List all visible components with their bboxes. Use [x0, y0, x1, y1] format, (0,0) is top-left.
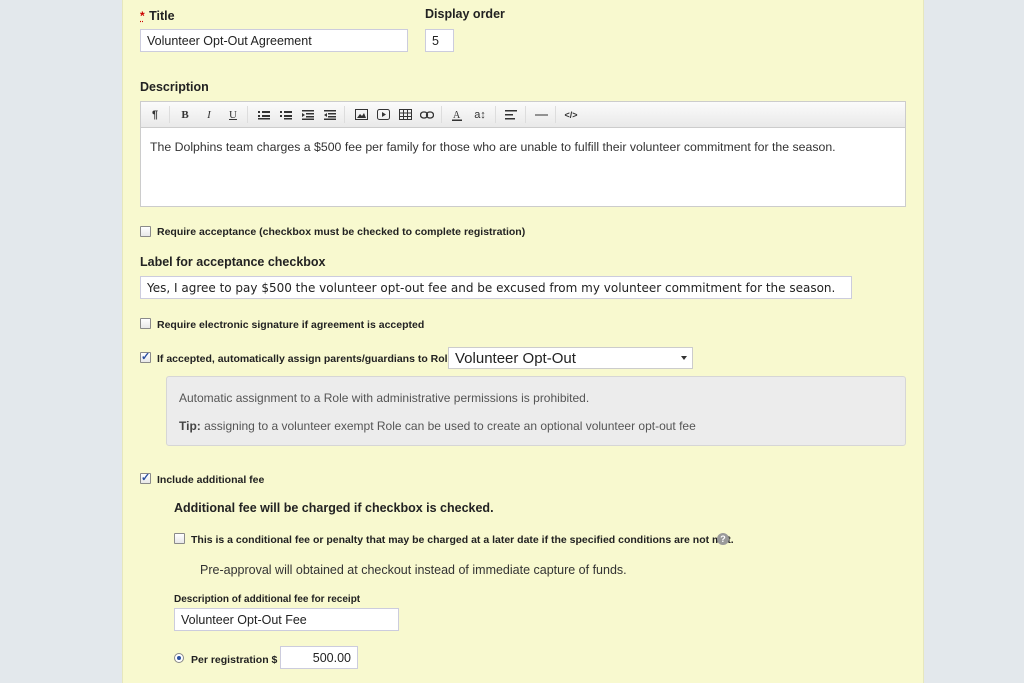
require-signature-label: Require electronic signature if agreemen…	[157, 319, 425, 331]
link-icon[interactable]	[417, 102, 437, 127]
per-registration-label: Per registration $	[191, 654, 278, 666]
required-mark: *	[140, 9, 145, 23]
chevron-down-icon	[681, 356, 687, 360]
unordered-list-icon[interactable]	[254, 102, 274, 127]
align-icon[interactable]	[501, 102, 521, 127]
video-icon[interactable]	[373, 102, 393, 127]
fee-receipt-label: Description of additional fee for receip…	[174, 594, 361, 605]
role-info-box: Automatic assignment to a Role with admi…	[166, 376, 906, 446]
conditional-fee-label: This is a conditional fee or penalty tha…	[191, 534, 734, 546]
require-acceptance-checkbox[interactable]	[140, 226, 151, 237]
editor-toolbar: ¶ B I U A a↕ </>	[140, 101, 906, 128]
assign-role-checkbox[interactable]	[140, 350, 151, 363]
toolbar-divider	[344, 106, 345, 123]
role-select[interactable]: Volunteer Opt-Out	[448, 347, 693, 369]
code-view-button[interactable]: </>	[561, 102, 581, 127]
role-info-text: Automatic assignment to a Role with admi…	[179, 391, 590, 405]
help-icon[interactable]: ?	[717, 533, 729, 545]
title-input[interactable]: Volunteer Opt-Out Agreement	[140, 29, 408, 52]
tip-text: assigning to a volunteer exempt Role can…	[204, 419, 696, 433]
toolbar-divider	[169, 106, 170, 123]
preapproval-text: Pre-approval will obtained at checkout i…	[200, 563, 627, 577]
fee-heading: Additional fee will be charged if checkb…	[174, 501, 494, 515]
toolbar-divider	[247, 106, 248, 123]
require-signature-checkbox[interactable]	[140, 318, 151, 329]
horizontal-rule-icon[interactable]	[531, 102, 551, 127]
role-select-value: Volunteer Opt-Out	[455, 349, 576, 367]
conditional-fee-checkbox[interactable]	[174, 533, 185, 544]
paragraph-format-button[interactable]: ¶	[145, 102, 165, 127]
tip-label: Tip:	[179, 419, 201, 433]
table-icon[interactable]	[395, 102, 415, 127]
description-label: Description	[140, 80, 209, 94]
toolbar-divider	[441, 106, 442, 123]
font-color-icon[interactable]: A	[447, 102, 467, 127]
display-order-label: Display order	[425, 7, 505, 21]
per-registration-amount-input[interactable]: 500.00	[280, 646, 358, 669]
assign-role-label: If accepted, automatically assign parent…	[157, 353, 457, 365]
acceptance-label-input[interactable]: Yes, I agree to pay $500 the volunteer o…	[140, 276, 852, 299]
underline-button[interactable]: U	[223, 102, 243, 127]
svg-text:A: A	[453, 110, 461, 121]
include-fee-label: Include additional fee	[157, 474, 265, 486]
italic-button[interactable]: I	[199, 102, 219, 127]
include-fee-checkbox[interactable]	[140, 471, 151, 484]
description-editor[interactable]: The Dolphins team charges a $500 fee per…	[140, 128, 906, 207]
indent-icon[interactable]	[320, 102, 340, 127]
bold-button[interactable]: B	[175, 102, 195, 127]
toolbar-divider	[495, 106, 496, 123]
require-acceptance-label: Require acceptance (checkbox must be che…	[157, 226, 526, 238]
title-label: Title	[149, 9, 175, 23]
fee-receipt-input[interactable]: Volunteer Opt-Out Fee	[174, 608, 399, 631]
font-size-button[interactable]: a↕	[469, 102, 491, 127]
title-label-row: * Title	[140, 7, 175, 25]
acceptance-label-heading: Label for acceptance checkbox	[140, 255, 326, 269]
image-icon[interactable]	[351, 102, 371, 127]
outdent-icon[interactable]	[298, 102, 318, 127]
toolbar-divider	[525, 106, 526, 123]
role-tip: Tip: assigning to a volunteer exempt Rol…	[179, 419, 696, 433]
ordered-list-icon[interactable]	[276, 102, 296, 127]
display-order-input[interactable]: 5	[425, 29, 454, 52]
form-panel: * Title Volunteer Opt-Out Agreement Disp…	[122, 0, 924, 683]
per-registration-radio[interactable]	[174, 653, 184, 663]
toolbar-divider	[555, 106, 556, 123]
